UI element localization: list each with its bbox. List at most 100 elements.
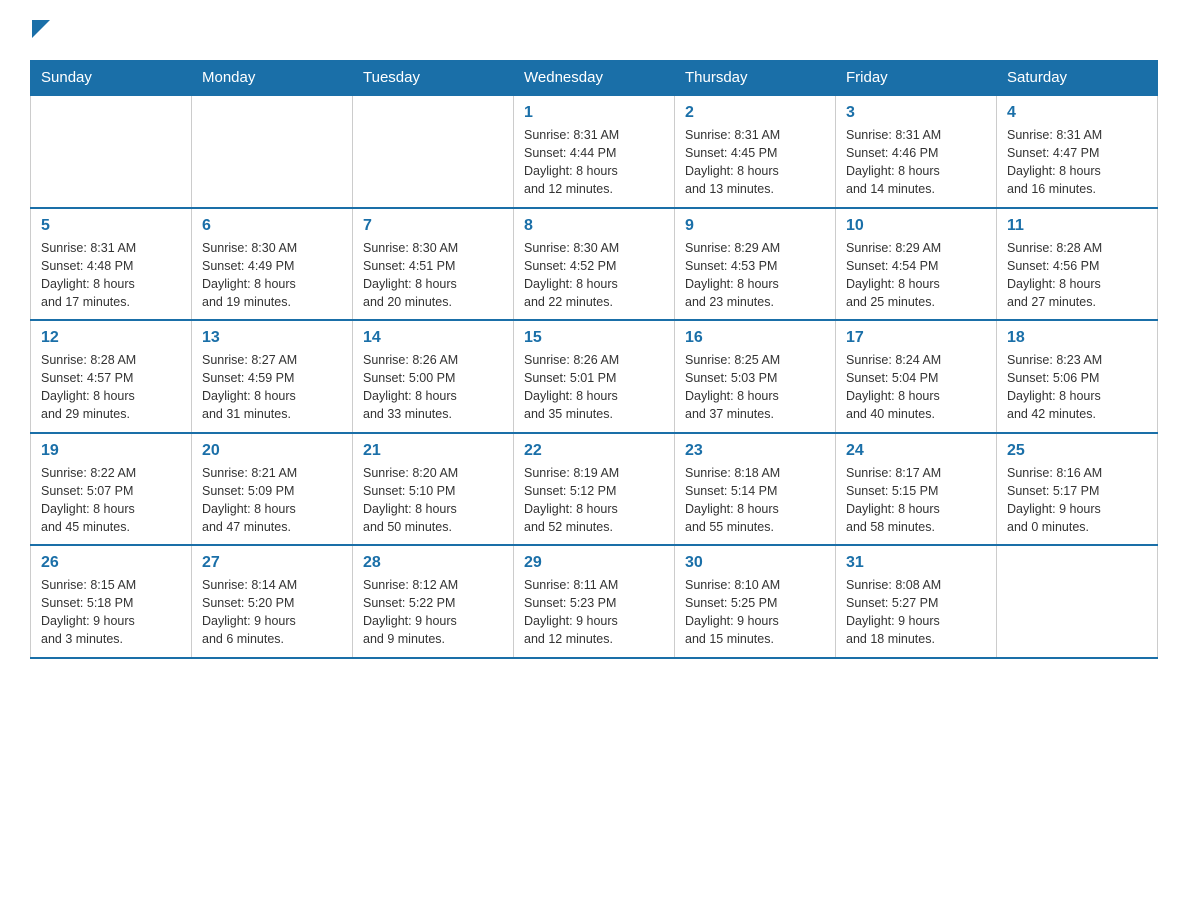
day-info: Sunrise: 8:18 AMSunset: 5:14 PMDaylight:… <box>685 464 825 537</box>
col-header-saturday: Saturday <box>997 61 1158 96</box>
day-cell-17: 17 Sunrise: 8:24 AMSunset: 5:04 PMDayligh… <box>836 320 997 433</box>
day-number: 2 <box>685 104 825 122</box>
day-info: Sunrise: 8:31 AMSunset: 4:45 PMDaylight:… <box>685 126 825 199</box>
col-header-monday: Monday <box>192 61 353 96</box>
logo[interactable] <box>30 20 50 42</box>
day-number: 16 <box>685 329 825 347</box>
page-header <box>30 20 1158 42</box>
day-number: 3 <box>846 104 986 122</box>
day-info: Sunrise: 8:24 AMSunset: 5:04 PMDaylight:… <box>846 351 986 424</box>
day-number: 13 <box>202 329 342 347</box>
day-info: Sunrise: 8:14 AMSunset: 5:20 PMDaylight:… <box>202 576 342 649</box>
day-number: 18 <box>1007 329 1147 347</box>
day-cell-3: 3 Sunrise: 8:31 AMSunset: 4:46 PMDaylight… <box>836 95 997 208</box>
day-number: 29 <box>524 554 664 572</box>
day-info: Sunrise: 8:12 AMSunset: 5:22 PMDaylight:… <box>363 576 503 649</box>
day-info: Sunrise: 8:27 AMSunset: 4:59 PMDaylight:… <box>202 351 342 424</box>
day-number: 25 <box>1007 442 1147 460</box>
empty-cell <box>353 95 514 208</box>
day-number: 27 <box>202 554 342 572</box>
day-info: Sunrise: 8:28 AMSunset: 4:57 PMDaylight:… <box>41 351 181 424</box>
day-cell-26: 26 Sunrise: 8:15 AMSunset: 5:18 PMDayligh… <box>31 545 192 658</box>
header-row: SundayMondayTuesdayWednesdayThursdayFrid… <box>31 61 1158 96</box>
day-number: 5 <box>41 217 181 235</box>
empty-cell <box>997 545 1158 658</box>
day-cell-14: 14 Sunrise: 8:26 AMSunset: 5:00 PMDayligh… <box>353 320 514 433</box>
day-info: Sunrise: 8:26 AMSunset: 5:01 PMDaylight:… <box>524 351 664 424</box>
day-number: 21 <box>363 442 503 460</box>
logo-arrow-icon <box>32 20 50 38</box>
week-row-5: 26 Sunrise: 8:15 AMSunset: 5:18 PMDayligh… <box>31 545 1158 658</box>
day-number: 7 <box>363 217 503 235</box>
day-number: 4 <box>1007 104 1147 122</box>
day-number: 31 <box>846 554 986 572</box>
day-number: 17 <box>846 329 986 347</box>
calendar-table: SundayMondayTuesdayWednesdayThursdayFrid… <box>30 60 1158 659</box>
day-info: Sunrise: 8:17 AMSunset: 5:15 PMDaylight:… <box>846 464 986 537</box>
day-cell-18: 18 Sunrise: 8:23 AMSunset: 5:06 PMDayligh… <box>997 320 1158 433</box>
day-number: 22 <box>524 442 664 460</box>
week-row-1: 1Sunrise: 8:31 AMSunset: 4:44 PMDaylight… <box>31 95 1158 208</box>
day-info: Sunrise: 8:11 AMSunset: 5:23 PMDaylight:… <box>524 576 664 649</box>
day-info: Sunrise: 8:10 AMSunset: 5:25 PMDaylight:… <box>685 576 825 649</box>
day-number: 11 <box>1007 217 1147 235</box>
day-number: 1 <box>524 104 664 122</box>
day-number: 24 <box>846 442 986 460</box>
day-info: Sunrise: 8:26 AMSunset: 5:00 PMDaylight:… <box>363 351 503 424</box>
day-cell-1: 1Sunrise: 8:31 AMSunset: 4:44 PMDaylight… <box>514 95 675 208</box>
day-info: Sunrise: 8:30 AMSunset: 4:52 PMDaylight:… <box>524 239 664 312</box>
day-cell-10: 10Sunrise: 8:29 AMSunset: 4:54 PMDayligh… <box>836 208 997 321</box>
col-header-friday: Friday <box>836 61 997 96</box>
day-cell-2: 2 Sunrise: 8:31 AMSunset: 4:45 PMDaylight… <box>675 95 836 208</box>
day-info: Sunrise: 8:19 AMSunset: 5:12 PMDaylight:… <box>524 464 664 537</box>
col-header-tuesday: Tuesday <box>353 61 514 96</box>
day-info: Sunrise: 8:30 AMSunset: 4:51 PMDaylight:… <box>363 239 503 312</box>
day-cell-9: 9 Sunrise: 8:29 AMSunset: 4:53 PMDaylight… <box>675 208 836 321</box>
day-cell-29: 29 Sunrise: 8:11 AMSunset: 5:23 PMDayligh… <box>514 545 675 658</box>
day-number: 9 <box>685 217 825 235</box>
col-header-sunday: Sunday <box>31 61 192 96</box>
day-cell-15: 15 Sunrise: 8:26 AMSunset: 5:01 PMDayligh… <box>514 320 675 433</box>
day-cell-13: 13 Sunrise: 8:27 AMSunset: 4:59 PMDayligh… <box>192 320 353 433</box>
empty-cell <box>31 95 192 208</box>
day-info: Sunrise: 8:31 AMSunset: 4:46 PMDaylight:… <box>846 126 986 199</box>
col-header-thursday: Thursday <box>675 61 836 96</box>
day-number: 20 <box>202 442 342 460</box>
day-cell-20: 20 Sunrise: 8:21 AMSunset: 5:09 PMDayligh… <box>192 433 353 546</box>
day-cell-30: 30 Sunrise: 8:10 AMSunset: 5:25 PMDayligh… <box>675 545 836 658</box>
day-number: 15 <box>524 329 664 347</box>
day-number: 19 <box>41 442 181 460</box>
day-cell-22: 22 Sunrise: 8:19 AMSunset: 5:12 PMDayligh… <box>514 433 675 546</box>
day-number: 6 <box>202 217 342 235</box>
day-number: 26 <box>41 554 181 572</box>
day-info: Sunrise: 8:21 AMSunset: 5:09 PMDaylight:… <box>202 464 342 537</box>
day-cell-24: 24 Sunrise: 8:17 AMSunset: 5:15 PMDayligh… <box>836 433 997 546</box>
day-cell-31: 31 Sunrise: 8:08 AMSunset: 5:27 PMDayligh… <box>836 545 997 658</box>
day-info: Sunrise: 8:29 AMSunset: 4:54 PMDaylight:… <box>846 239 986 312</box>
week-row-3: 12 Sunrise: 8:28 AMSunset: 4:57 PMDayligh… <box>31 320 1158 433</box>
day-info: Sunrise: 8:22 AMSunset: 5:07 PMDaylight:… <box>41 464 181 537</box>
day-number: 8 <box>524 217 664 235</box>
day-info: Sunrise: 8:20 AMSunset: 5:10 PMDaylight:… <box>363 464 503 537</box>
col-header-wednesday: Wednesday <box>514 61 675 96</box>
day-number: 30 <box>685 554 825 572</box>
day-info: Sunrise: 8:30 AMSunset: 4:49 PMDaylight:… <box>202 239 342 312</box>
day-info: Sunrise: 8:29 AMSunset: 4:53 PMDaylight:… <box>685 239 825 312</box>
day-info: Sunrise: 8:25 AMSunset: 5:03 PMDaylight:… <box>685 351 825 424</box>
day-cell-19: 19 Sunrise: 8:22 AMSunset: 5:07 PMDayligh… <box>31 433 192 546</box>
day-cell-23: 23 Sunrise: 8:18 AMSunset: 5:14 PMDayligh… <box>675 433 836 546</box>
day-info: Sunrise: 8:31 AMSunset: 4:47 PMDaylight:… <box>1007 126 1147 199</box>
day-cell-6: 6 Sunrise: 8:30 AMSunset: 4:49 PMDaylight… <box>192 208 353 321</box>
day-info: Sunrise: 8:08 AMSunset: 5:27 PMDaylight:… <box>846 576 986 649</box>
day-cell-27: 27 Sunrise: 8:14 AMSunset: 5:20 PMDayligh… <box>192 545 353 658</box>
day-cell-28: 28Sunrise: 8:12 AMSunset: 5:22 PMDayligh… <box>353 545 514 658</box>
day-number: 14 <box>363 329 503 347</box>
day-info: Sunrise: 8:15 AMSunset: 5:18 PMDaylight:… <box>41 576 181 649</box>
day-cell-7: 7 Sunrise: 8:30 AMSunset: 4:51 PMDaylight… <box>353 208 514 321</box>
day-number: 23 <box>685 442 825 460</box>
day-info: Sunrise: 8:23 AMSunset: 5:06 PMDaylight:… <box>1007 351 1147 424</box>
week-row-4: 19 Sunrise: 8:22 AMSunset: 5:07 PMDayligh… <box>31 433 1158 546</box>
day-cell-5: 5Sunrise: 8:31 AMSunset: 4:48 PMDaylight… <box>31 208 192 321</box>
day-number: 12 <box>41 329 181 347</box>
day-cell-25: 25Sunrise: 8:16 AMSunset: 5:17 PMDayligh… <box>997 433 1158 546</box>
